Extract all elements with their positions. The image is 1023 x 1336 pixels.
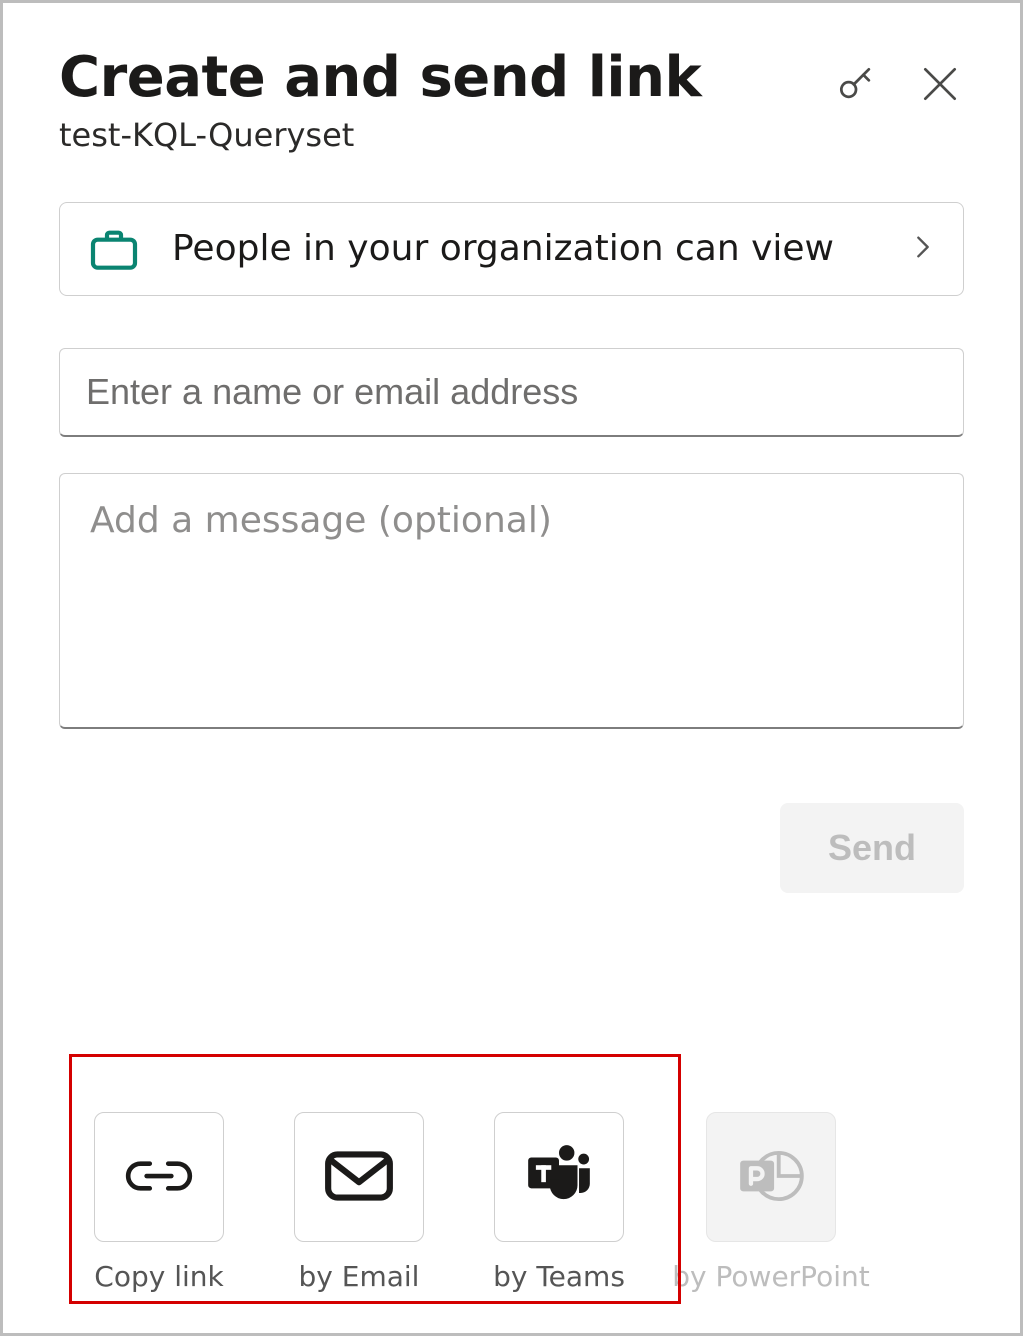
dialog-header: Create and send link test-KQL-Queryset [59,49,964,154]
share-option-teams: by Teams [459,1112,659,1293]
send-button[interactable]: Send [780,803,964,893]
share-powerpoint-label: by PowerPoint [672,1260,869,1293]
powerpoint-icon [734,1139,808,1216]
dialog-subtitle: test-KQL-Queryset [59,116,832,154]
share-option-copy-link: Copy link [59,1112,259,1293]
chevron-right-icon [909,226,937,272]
header-actions [832,49,964,109]
share-powerpoint-button[interactable] [706,1112,836,1242]
dialog-title: Create and send link [59,49,832,108]
send-row: Send [59,803,964,893]
copy-link-button[interactable] [94,1112,224,1242]
link-permission-card[interactable]: People in your organization can view [59,202,964,296]
key-icon [834,62,878,109]
share-teams-label: by Teams [493,1260,625,1293]
header-titles: Create and send link test-KQL-Queryset [59,49,832,154]
close-button[interactable] [916,61,964,109]
link-permission-text: People in your organization can view [172,222,879,276]
close-icon [918,62,962,109]
share-option-powerpoint: by PowerPoint [671,1112,871,1293]
link-settings-key-button[interactable] [832,61,880,109]
share-options-row: Copy link by Email [59,1112,964,1293]
briefcase-icon [86,221,142,277]
share-teams-button[interactable] [494,1112,624,1242]
teams-icon [522,1139,596,1216]
share-option-email: by Email [259,1112,459,1293]
recipients-input[interactable] [59,348,964,437]
link-icon [122,1139,196,1216]
share-email-label: by Email [299,1260,420,1293]
mail-icon [322,1139,396,1216]
share-email-button[interactable] [294,1112,424,1242]
copy-link-label: Copy link [94,1260,223,1293]
message-textarea[interactable] [59,473,964,729]
